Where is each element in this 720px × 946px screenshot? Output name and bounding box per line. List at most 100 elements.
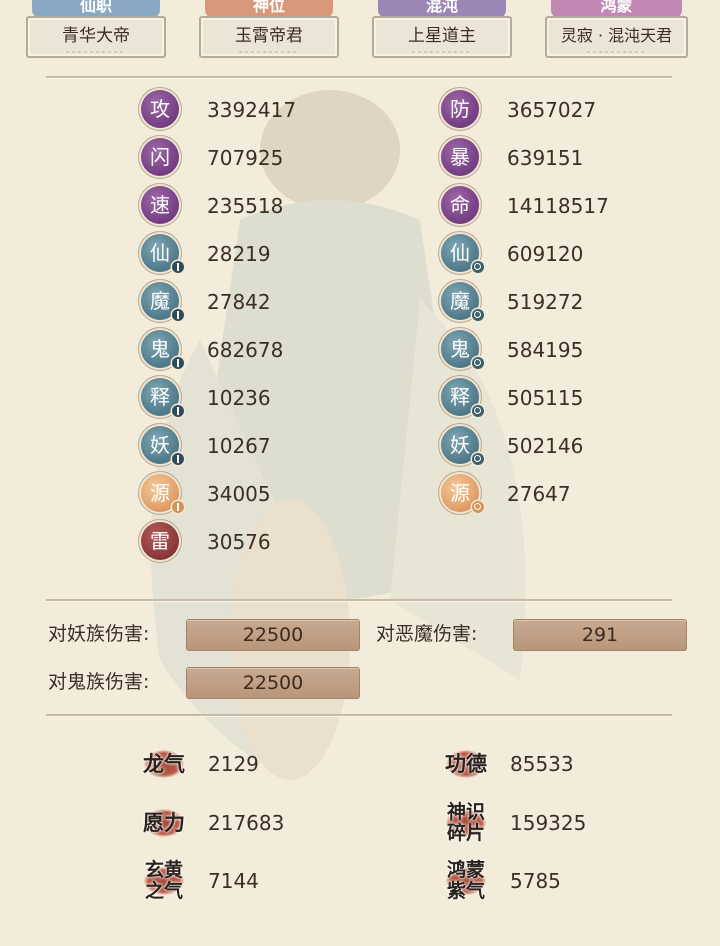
tab-hongmeng[interactable]: 鸿蒙 灵寂 · 混沌天君 [545,0,688,58]
icon-text: 龙气 [143,752,185,776]
resource-value: 217683 [208,811,285,835]
damage-vs-yao-value: 22500 [186,619,360,651]
yuan-icon: 源 [141,474,184,513]
badge-glyph: 魔 [450,289,470,313]
divider [46,599,672,601]
resource-value: 159325 [510,811,587,835]
icon-text: 神识 碎片 [442,799,490,844]
icon-text-line: 神识 [446,801,485,823]
yao-icon: 妖 [141,426,184,465]
stat-value: 27842 [207,290,271,314]
icon-text: 愿力 [143,811,185,835]
tab-value: 玉霄帝君 [199,16,339,58]
thunder-icon: 雷 [141,522,179,560]
tab-value-text: 玉霄帝君 [235,26,303,46]
yuanli-icon: 愿力 [140,799,188,847]
badge-glyph: 鬼 [150,337,170,361]
decor-dots [66,51,126,53]
tab-value-text: 上星道主 [408,26,476,46]
resource-value: 5785 [510,869,561,893]
longqi-icon: 龙气 [140,740,188,788]
mo-icon: 魔 [141,282,184,321]
icon-text: 玄黄 之气 [140,857,188,902]
defense-marker-icon [472,261,484,273]
attack-marker-icon [172,261,184,273]
crit-icon: 暴 [441,138,479,176]
gui-icon: 鬼 [441,330,484,369]
tab-value-text: 灵寂 · 混沌天君 [560,26,673,45]
icon-text-line: 之气 [144,880,183,902]
stat-value: 34005 [207,482,271,506]
shi-icon: 释 [441,378,484,417]
tab-value-text: 青华大帝 [62,26,130,46]
decor-dots [586,51,647,53]
attack-marker-icon [172,501,184,513]
badge-glyph: 仙 [450,241,470,265]
stat-value: 3392417 [207,98,297,122]
stat-value: 707925 [207,146,284,170]
shenshi-icon: 神识 碎片 [442,799,490,847]
attack-marker-icon [172,309,184,321]
attack-icon: 攻 [141,90,179,128]
defense-marker-icon [472,357,484,369]
stat-value: 30576 [207,530,271,554]
badge-glyph: 妖 [150,433,170,457]
stat-value: 639151 [507,146,584,170]
badge-glyph: 源 [450,481,470,505]
icon-text: 鸿蒙 紫气 [442,857,490,902]
hp-icon: 命 [441,186,479,224]
tab-value: 青华大帝 [26,16,166,58]
damage-vs-gui-value: 22500 [186,667,360,699]
icon-text-line: 鸿蒙 [446,859,485,881]
stat-value: 682678 [207,338,284,362]
tab-shenwei[interactable]: 神位 玉霄帝君 [199,0,339,58]
stat-value: 14118517 [507,194,609,218]
badge-glyph: 魔 [150,289,170,313]
tab-value: 灵寂 · 混沌天君 [545,16,688,58]
shi-icon: 释 [141,378,184,417]
badge-glyph: 源 [150,481,170,505]
badge-glyph: 妖 [450,433,470,457]
mo-icon: 魔 [441,282,484,321]
resource-value: 2129 [208,752,259,776]
stat-value: 10267 [207,434,271,458]
damage-vs-emo-label: 对恶魔伤害: [376,623,478,645]
damage-vs-emo-value: 291 [513,619,687,651]
gongde-icon: 功德 [442,740,490,788]
icon-text-line: 紫气 [446,880,485,902]
tab-hundun[interactable]: 混沌 上星道主 [372,0,512,58]
attack-marker-icon [172,453,184,465]
title-tabs: 仙职 青华大帝 神位 玉霄帝君 混沌 上星道主 鸿蒙 灵寂 · 混沌天君 [0,0,720,58]
stat-value: 235518 [207,194,284,218]
decor-dots [239,51,299,53]
attack-marker-icon [172,357,184,369]
stat-value: 609120 [507,242,584,266]
badge-glyph: 释 [450,385,470,409]
attribute-panel: 仙职 青华大帝 神位 玉霄帝君 混沌 上星道主 鸿蒙 灵寂 · 混沌天君 攻 3… [0,0,720,946]
yuan-icon: 源 [441,474,484,513]
stat-value: 27647 [507,482,571,506]
stat-value: 505115 [507,386,584,410]
defense-icon: 防 [441,90,479,128]
speed-icon: 速 [141,186,179,224]
resource-value: 85533 [510,752,574,776]
gui-icon: 鬼 [141,330,184,369]
stat-value: 584195 [507,338,584,362]
xuanhuang-icon: 玄黄 之气 [140,857,188,905]
resource-value: 7144 [208,869,259,893]
tab-xianzhi[interactable]: 仙职 青华大帝 [26,0,166,58]
badge-glyph: 仙 [150,241,170,265]
stat-value: 502146 [507,434,584,458]
stat-value: 519272 [507,290,584,314]
icon-text-line: 玄黄 [144,859,183,881]
xian-icon: 仙 [141,234,184,273]
defense-marker-icon [472,309,484,321]
badge-glyph: 鬼 [450,337,470,361]
defense-marker-icon [472,453,484,465]
defense-marker-icon [472,501,484,513]
decor-dots [412,51,472,53]
damage-vs-gui-label: 对鬼族伤害: [48,671,150,693]
yao-icon: 妖 [441,426,484,465]
attack-marker-icon [172,405,184,417]
xian-icon: 仙 [441,234,484,273]
